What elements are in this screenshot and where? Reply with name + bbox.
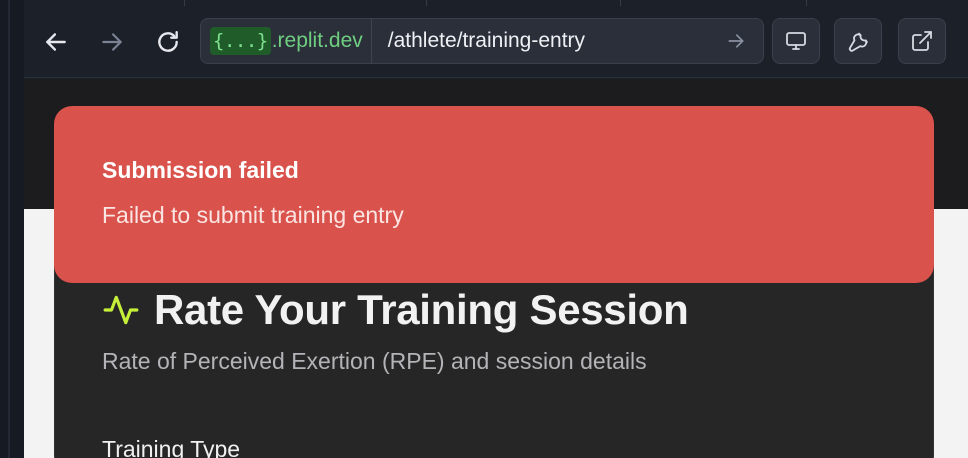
open-external-button[interactable]: [898, 18, 946, 64]
url-path[interactable]: /athlete/training-entry: [388, 29, 721, 53]
external-link-icon: [912, 31, 932, 51]
devtools-button[interactable]: [772, 18, 820, 64]
reload-icon: [158, 31, 178, 52]
monitor-icon: [786, 32, 806, 50]
app-window: {...} .replit.dev /athlete/training-entr…: [0, 0, 968, 458]
arrow-left-icon: [46, 33, 66, 51]
reload-button[interactable]: [150, 22, 186, 62]
toast-message: Failed to submit training entry: [102, 202, 404, 228]
browser-toolbar: {...} .replit.dev /athlete/training-entr…: [24, 0, 968, 78]
card-title-row: Rate Your Training Session: [102, 286, 689, 334]
go-arrow-icon: [728, 34, 744, 48]
tools-button[interactable]: [834, 18, 882, 64]
back-button[interactable]: [38, 22, 74, 62]
training-type-label: Training Type: [102, 436, 241, 458]
left-rail: [0, 0, 24, 458]
url-host: .replit.dev: [271, 29, 363, 52]
url-badge: {...}: [210, 27, 271, 55]
forward-button[interactable]: [94, 22, 130, 62]
activity-icon: [103, 295, 139, 325]
card-subtitle: Rate of Perceived Exertion (RPE) and ses…: [102, 348, 647, 374]
error-toast[interactable]: Submission failed Failed to submit train…: [54, 106, 934, 283]
card-title: Rate Your Training Session: [154, 286, 689, 333]
arrow-right-icon: [102, 33, 122, 51]
url-domain: {...} .replit.dev: [201, 19, 372, 63]
go-button[interactable]: [721, 26, 751, 56]
address-bar[interactable]: {...} .replit.dev /athlete/training-entr…: [200, 18, 764, 64]
wrench-icon: [848, 32, 868, 52]
toast-title: Submission failed: [102, 157, 299, 183]
